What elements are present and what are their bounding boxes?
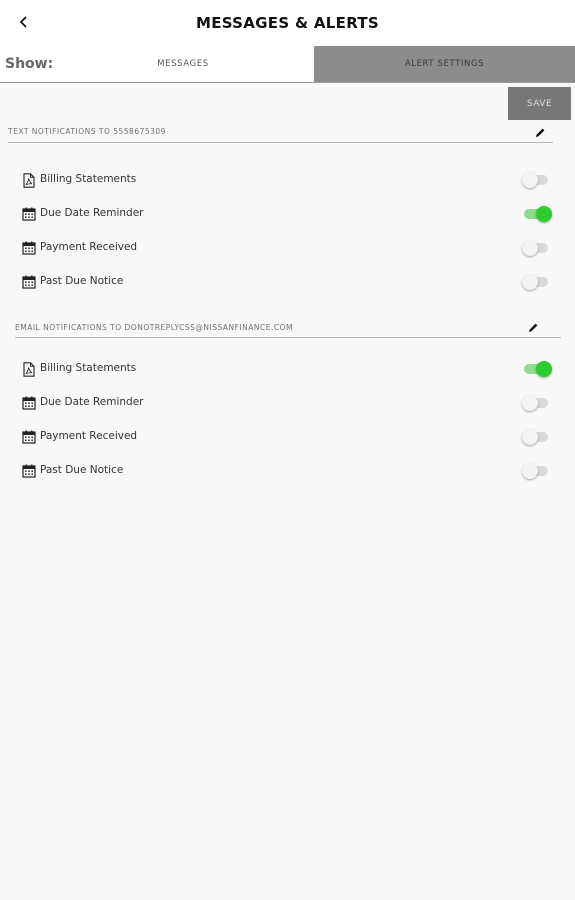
pdf-document-icon bbox=[21, 361, 36, 377]
calendar-icon bbox=[21, 395, 36, 411]
calendar-icon bbox=[21, 463, 36, 479]
email-toggle-payment-received[interactable] bbox=[522, 429, 552, 445]
row-label: Due Date Reminder bbox=[40, 207, 144, 219]
text-toggle-payment-received[interactable] bbox=[522, 240, 552, 256]
text-toggle-past-due-notice[interactable] bbox=[522, 274, 552, 290]
edit-text-number-button[interactable] bbox=[532, 124, 548, 140]
row-label: Due Date Reminder bbox=[40, 396, 144, 408]
email-notifications-title: EMAIL NOTIFICATIONS TO DONOTREPLYCSS@NIS… bbox=[15, 323, 293, 332]
page-title: MESSAGES & ALERTS bbox=[195, 14, 380, 32]
toggle-knob bbox=[536, 206, 552, 222]
divider bbox=[8, 142, 553, 143]
text-toggle-due-date-reminder[interactable] bbox=[522, 206, 552, 222]
row-label: Payment Received bbox=[40, 430, 138, 442]
pencil-icon bbox=[528, 323, 537, 332]
text-row-past-due-notice: Past Due Notice bbox=[0, 269, 575, 295]
pdf-document-icon bbox=[21, 172, 36, 188]
row-label: Billing Statements bbox=[40, 362, 137, 374]
tab-bar: Show: MESSAGES ALERT SETTINGS bbox=[0, 46, 575, 83]
text-notifications-title: TEXT NOTIFICATIONS TO 5558675309 bbox=[8, 127, 166, 136]
save-button[interactable]: SAVE bbox=[508, 87, 571, 120]
edit-email-button[interactable] bbox=[525, 319, 541, 335]
text-row-billing-statements: Billing Statements bbox=[0, 167, 575, 193]
toggle-knob bbox=[522, 429, 538, 445]
email-row-past-due-notice: Past Due Notice bbox=[0, 458, 575, 484]
text-notifications-header: TEXT NOTIFICATIONS TO 5558675309 bbox=[0, 124, 575, 144]
email-toggle-due-date-reminder[interactable] bbox=[522, 395, 552, 411]
row-label: Payment Received bbox=[40, 241, 138, 253]
toggle-knob bbox=[522, 274, 538, 290]
calendar-icon bbox=[21, 274, 36, 290]
toggle-knob bbox=[536, 361, 552, 377]
calendar-icon bbox=[21, 240, 36, 256]
divider bbox=[15, 337, 561, 338]
toggle-knob bbox=[522, 395, 538, 411]
email-row-payment-received: Payment Received bbox=[0, 424, 575, 450]
tab-messages[interactable]: MESSAGES bbox=[52, 46, 314, 82]
row-label: Billing Statements bbox=[40, 173, 137, 185]
email-notifications-header: EMAIL NOTIFICATIONS TO DONOTREPLYCSS@NIS… bbox=[0, 320, 575, 340]
row-label: Past Due Notice bbox=[40, 275, 124, 287]
toggle-knob bbox=[522, 463, 538, 479]
calendar-icon bbox=[21, 206, 36, 222]
toggle-knob bbox=[522, 240, 538, 256]
toggle-knob bbox=[522, 172, 538, 188]
text-toggle-billing-statements[interactable] bbox=[522, 172, 552, 188]
pencil-icon bbox=[535, 128, 544, 137]
header-bar: MESSAGES & ALERTS bbox=[0, 0, 575, 46]
email-row-due-date-reminder: Due Date Reminder bbox=[0, 390, 575, 416]
show-label: Show: bbox=[5, 56, 54, 72]
text-row-due-date-reminder: Due Date Reminder bbox=[0, 201, 575, 227]
calendar-icon bbox=[21, 429, 36, 445]
tab-alert-settings[interactable]: ALERT SETTINGS bbox=[314, 46, 575, 82]
email-toggle-billing-statements[interactable] bbox=[522, 361, 552, 377]
row-label: Past Due Notice bbox=[40, 464, 124, 476]
email-row-billing-statements: Billing Statements bbox=[0, 356, 575, 382]
text-row-payment-received: Payment Received bbox=[0, 235, 575, 261]
email-toggle-past-due-notice[interactable] bbox=[522, 463, 552, 479]
